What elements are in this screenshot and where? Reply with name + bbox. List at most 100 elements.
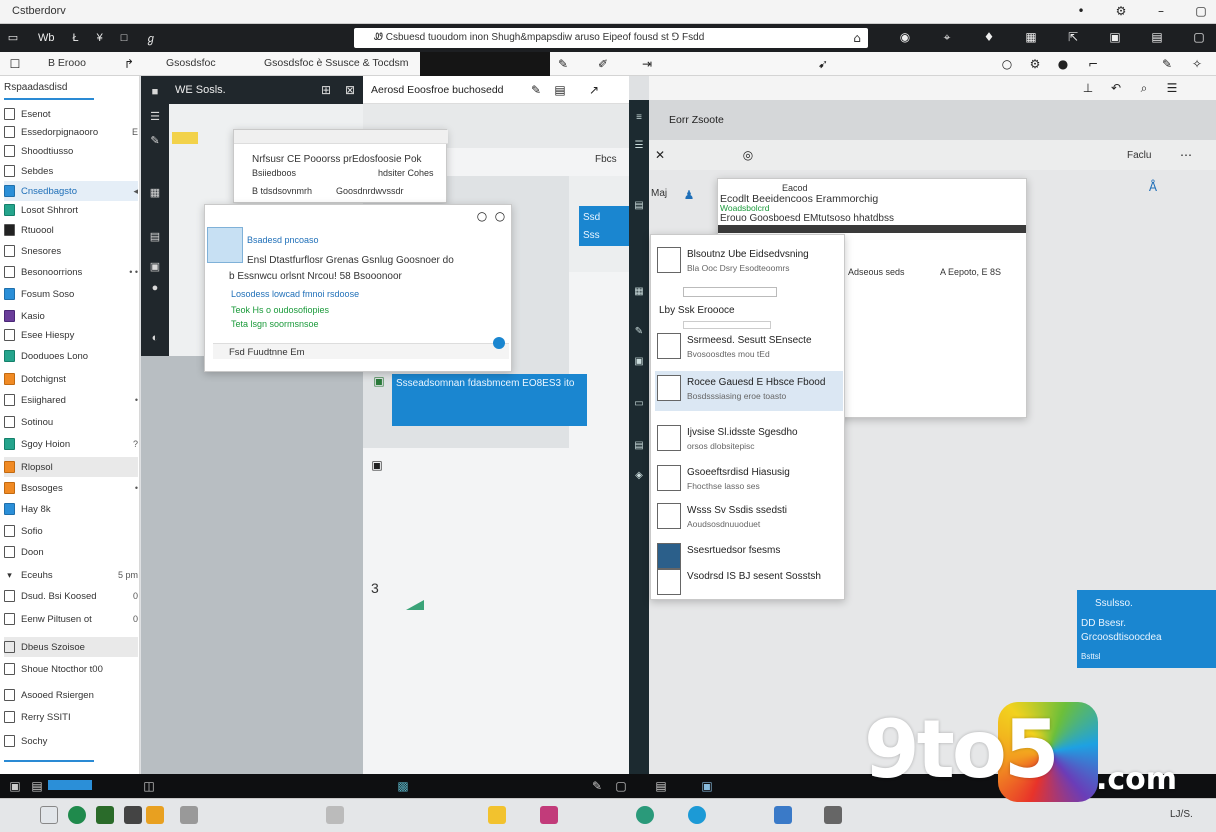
arrow-icon[interactable]: ↱ (122, 57, 136, 71)
record-icon[interactable]: ◉ (898, 30, 912, 44)
dot-icon[interactable]: ● (1056, 57, 1070, 71)
right-pane-x-icon[interactable]: ✕ (653, 148, 667, 162)
hook-icon[interactable]: ⌐ (1086, 57, 1100, 71)
taskbar-app-icon[interactable] (326, 806, 344, 824)
tray-g-icon[interactable]: ▤ (654, 779, 668, 793)
settings-icon[interactable]: ⚙ (1114, 4, 1128, 18)
dialog-main-minimize-icon[interactable]: ○ (475, 209, 489, 223)
rail-box-icon[interactable]: ▣ (148, 260, 162, 274)
maximize-icon[interactable]: ▢ (1194, 4, 1208, 18)
panel-middle-pen-icon[interactable]: ✎ (529, 83, 543, 97)
sidebar-item-25[interactable]: Dbeus Szoisoe (4, 637, 138, 657)
sidebar-item-20[interactable]: Sofio (4, 521, 138, 541)
menu-icon[interactable]: ▭ (6, 31, 20, 45)
pointer-icon[interactable]: ➹ (816, 57, 830, 71)
sidebar-item-11[interactable]: Esee Hiespy (4, 325, 138, 345)
list-item[interactable]: Blsoutnz Ube Eidsedvsning Bla Ooc Dsry E… (655, 243, 843, 279)
sidebar-item-12[interactable]: Dooduoes Lono (4, 346, 138, 366)
sidebar-item-1[interactable]: Essedorpignaooro E (4, 122, 138, 142)
taskbar-store-icon[interactable] (774, 806, 792, 824)
taskbar-start-icon[interactable] (40, 806, 58, 824)
gear-icon[interactable]: ⚙ (1028, 57, 1042, 71)
undo-icon[interactable]: ↶ (1109, 81, 1123, 95)
taskbar-green-icon[interactable] (68, 806, 86, 824)
link-icon[interactable]: ⇥ (640, 57, 654, 71)
list-item-selected[interactable]: Rocee Gauesd E Hbsce Fbood Bosdsssiasing… (655, 371, 843, 411)
lock-icon[interactable]: ⌂ (850, 31, 864, 45)
list-icon[interactable]: ☰ (1165, 81, 1179, 95)
sidebar-item-28[interactable]: Rerry SSITI (4, 707, 138, 727)
sidebar-item-0[interactable]: Esenot (4, 104, 138, 124)
sidebar-item-9[interactable]: Fosum Soso (4, 284, 138, 304)
dialog-small[interactable]: Nrfsusr CE Pooorss prEdosfoosie Pok Bsii… (233, 129, 448, 203)
rail-grid-icon[interactable]: ▦ (148, 186, 162, 200)
brush-icon[interactable]: ✎ (556, 57, 570, 71)
dialog-main-send-icon[interactable] (493, 337, 505, 349)
panel-middle-small-icon[interactable]: ▣ (370, 458, 384, 472)
rail-doc-icon[interactable]: ▤ (148, 230, 162, 244)
sidebar-item-23[interactable]: Dsud. Bsi Koosed 0 (4, 586, 138, 606)
taskbar-orange-icon[interactable] (146, 806, 164, 824)
toolbar-item-1[interactable]: Ł (73, 32, 79, 44)
sidebar-item-15[interactable]: Sotinou (4, 412, 138, 432)
sidebar-item-24[interactable]: Eenw Piltusen ot 0 (4, 609, 138, 629)
address-bar[interactable]: Ꮺ Csbuesd tuoudom inon Shugh&mpapsdiw ar… (354, 28, 868, 48)
align-icon[interactable]: ⊥ (1081, 81, 1095, 95)
sidebar-item-29[interactable]: Sochy (4, 731, 138, 751)
rail-list-icon[interactable]: ☰ (148, 110, 162, 124)
sidebar-item-16[interactable]: Sgoy Hoion? (4, 434, 138, 454)
right-pane-more-icon[interactable]: ⋯ (1179, 148, 1193, 162)
dialog-main-close-icon[interactable]: ○ (493, 209, 507, 223)
list-item[interactable]: Ssrmeesd. Sesutt SEnsecte Bvosoosdtes mo… (655, 329, 843, 365)
panel-middle-arrow-icon[interactable]: ↗ (587, 83, 601, 97)
rail-pink-icon[interactable]: ● (148, 282, 162, 296)
tray-c-icon[interactable]: ◫ (142, 779, 156, 793)
tray-h-icon[interactable]: ▣ (700, 779, 714, 793)
list-popup-field[interactable] (683, 287, 777, 297)
list-popup-field-2[interactable] (683, 321, 771, 329)
rail2-a-icon[interactable]: ≡ (632, 112, 646, 126)
expand-icon[interactable]: ▢ (1192, 30, 1206, 44)
taskbar-sheet-icon[interactable] (96, 806, 114, 824)
rail-edit-icon[interactable]: ✎ (148, 134, 162, 148)
list-item[interactable]: Gsoeeftsrdisd Hiasusig Fhocthse lasso se… (655, 461, 843, 497)
sidebar-item-18[interactable]: Bsosoges • (4, 478, 138, 498)
ribbon-item-1[interactable]: Gsosdsfoc (166, 57, 216, 69)
sidebar-item-6[interactable]: Rtuoool (4, 220, 138, 240)
rail-home-icon[interactable]: ■ (148, 86, 162, 100)
rail2-g-icon[interactable]: ▭ (632, 398, 646, 412)
sidebar-item-7[interactable]: Snesores (4, 241, 138, 261)
ribbon-dark-field[interactable] (420, 52, 550, 76)
ribbon-item-0[interactable]: B Erooo (48, 57, 86, 69)
dialog-main-input[interactable]: Fsd Fuudtnne Em (213, 343, 509, 359)
sidebar-item-3[interactable]: Sebdes (4, 161, 138, 181)
ribbon-item-2[interactable]: Gsosdsfoc è Ssusce & Tocdsm (264, 57, 409, 69)
rail2-c-icon[interactable]: ▤ (632, 200, 646, 214)
rail-chat-icon[interactable]: ◐ (148, 332, 162, 346)
sidebar-item-2[interactable]: Shoodtiusso (4, 141, 138, 161)
right-pane-a-icon[interactable]: Å (1146, 180, 1160, 194)
tray-f-icon[interactable]: ▢ (614, 779, 628, 793)
tag-icon[interactable]: ⌖ (940, 30, 954, 44)
layout-icon[interactable]: ▤ (1150, 30, 1164, 44)
minimize-icon[interactable]: – (1154, 4, 1168, 18)
sidebar-item-27[interactable]: Asooed Rsiergen (4, 685, 138, 705)
sidebar-item-8[interactable]: Besonoorrions • • (4, 262, 138, 282)
sidebar-item-21[interactable]: Doon (4, 542, 138, 562)
dialog-main[interactable]: ○ ○ Bsadesd pncoaso Ensl Dtastfurflosr G… (204, 204, 512, 372)
sidebar-item-13[interactable]: Dotchignst (4, 369, 138, 389)
sidebar-item-19[interactable]: Hay 8k (4, 499, 138, 519)
blue-card-small[interactable]: Ssd Sss (579, 206, 629, 246)
rail2-d-icon[interactable]: ▦ (632, 286, 646, 300)
rail2-f-icon[interactable]: ▣ (632, 356, 646, 370)
taskbar-grey-icon[interactable] (180, 806, 198, 824)
toolbar-item-2[interactable]: ¥ (97, 32, 103, 44)
pen-icon[interactable]: ✐ (596, 57, 610, 71)
search-icon[interactable]: ⌕ (1137, 81, 1151, 95)
sidebar-item-14[interactable]: Esiighared • (4, 390, 138, 410)
sidebar-item-22[interactable]: ▾ Eceuhs 5 pm (4, 565, 138, 585)
grid-icon[interactable]: ▦ (1024, 30, 1038, 44)
window-icon[interactable]: ▣ (1108, 30, 1122, 44)
right-pane-eye-icon[interactable]: ◎ (741, 148, 755, 162)
taskbar-dark-icon[interactable] (124, 806, 142, 824)
